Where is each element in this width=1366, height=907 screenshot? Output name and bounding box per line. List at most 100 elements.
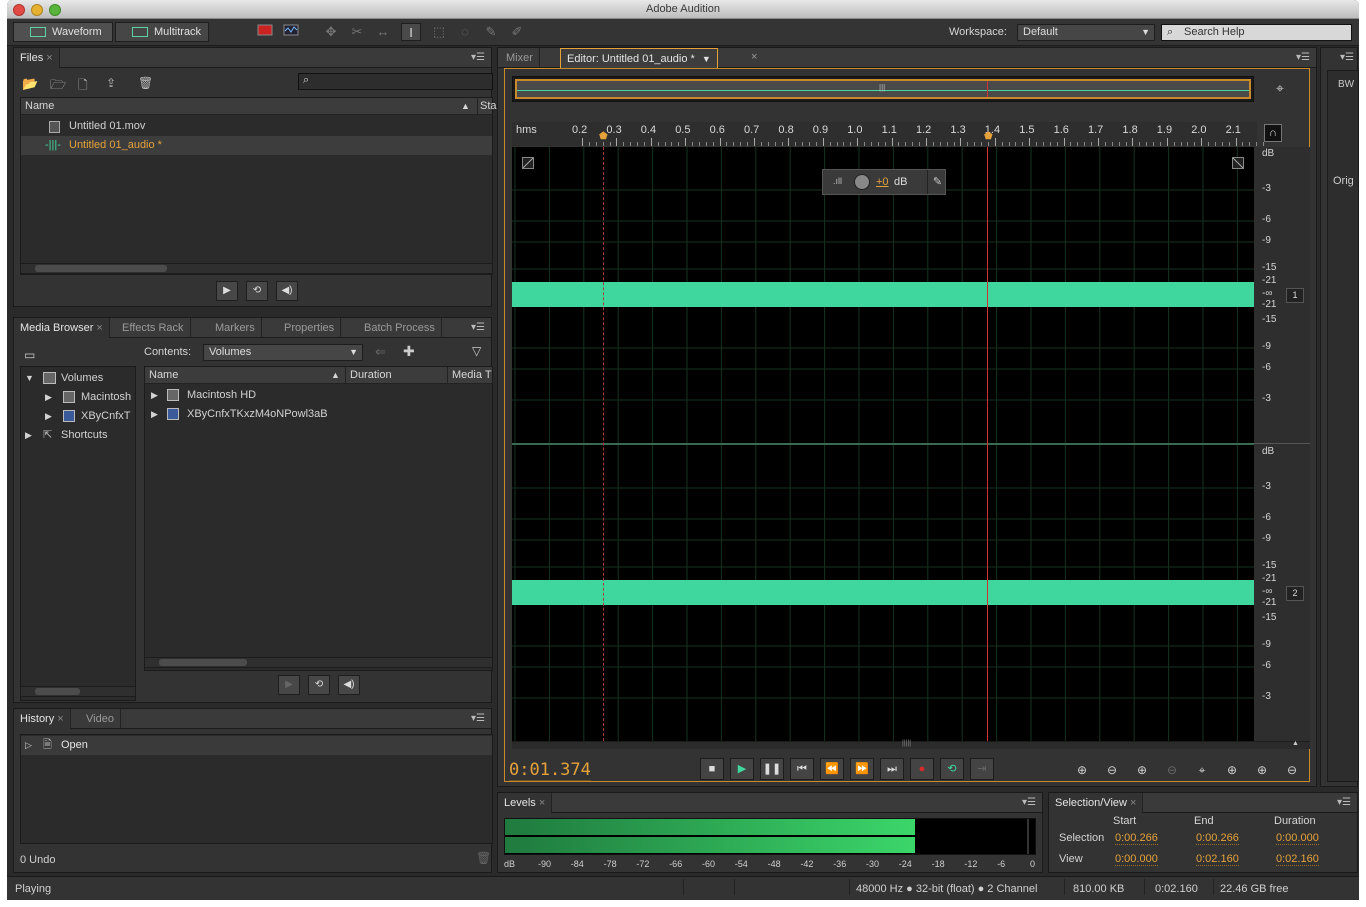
pause-button[interactable]: ❚❚ bbox=[760, 758, 784, 780]
close-tab-icon[interactable]: × bbox=[751, 51, 757, 63]
tab-video[interactable]: Video bbox=[80, 709, 121, 729]
workspace-select[interactable]: Default ▼ bbox=[1017, 24, 1155, 41]
zoom-in-amplitude-icon[interactable]: ⊕ bbox=[1070, 761, 1094, 779]
waveform-display[interactable]: .ıll +0 dB ✎ bbox=[512, 147, 1254, 741]
zoom-in-time-icon[interactable]: ⊕ bbox=[1130, 761, 1154, 779]
playhead-marker-icon[interactable]: ⬟ bbox=[984, 131, 993, 142]
volume-knob[interactable] bbox=[854, 174, 870, 190]
current-time-display[interactable]: 0:01.374 bbox=[509, 760, 591, 781]
auto-play-button[interactable]: ◀) bbox=[338, 675, 360, 695]
trash-icon[interactable]: 🗑 bbox=[138, 76, 153, 90]
drive-icon[interactable]: ▭ bbox=[24, 348, 35, 362]
go-to-end-button[interactable]: ⏭ bbox=[880, 758, 904, 780]
list-item[interactable]: -|||- Untitled 01_audio * bbox=[21, 136, 492, 155]
zoom-out-amplitude-icon[interactable]: ⊖ bbox=[1100, 761, 1124, 779]
zoom-to-selection-icon[interactable]: ⌖ bbox=[1276, 80, 1284, 97]
files-horizontal-scrollbar[interactable] bbox=[20, 263, 493, 274]
media-horizontal-scrollbar[interactable] bbox=[144, 657, 493, 668]
tab-markers[interactable]: Markers bbox=[209, 318, 262, 338]
tree-item-macintosh[interactable]: ▶ Macintosh bbox=[21, 388, 135, 407]
play-button[interactable]: ▶ bbox=[730, 758, 754, 780]
tree-horizontal-scrollbar[interactable] bbox=[20, 686, 136, 697]
tab-files[interactable]: Files × bbox=[14, 48, 60, 68]
close-tab-icon[interactable]: × bbox=[539, 797, 545, 809]
list-item[interactable]: ▶ XByCnfxTKxzM4oNPowl3aB bbox=[145, 405, 492, 424]
import-file-icon[interactable]: 🗁 bbox=[50, 76, 66, 98]
waveform-horizontal-scrollbar[interactable]: ||||| ▲ bbox=[512, 740, 1310, 749]
close-window-icon[interactable] bbox=[13, 4, 25, 16]
chevron-down-icon[interactable]: ▼ bbox=[702, 54, 711, 64]
panel-menu-icon[interactable]: ▾☰ bbox=[471, 52, 485, 63]
minimize-window-icon[interactable] bbox=[31, 4, 43, 16]
selection-end-field[interactable]: 0:00.266 bbox=[1196, 832, 1239, 845]
stop-button[interactable]: ■ bbox=[700, 758, 724, 780]
back-arrow-icon[interactable]: ⇐ bbox=[375, 344, 386, 360]
fast-forward-button[interactable]: ⏩ bbox=[850, 758, 874, 780]
panel-menu-icon[interactable]: ▾☰ bbox=[1340, 52, 1354, 63]
fade-in-handle-icon[interactable] bbox=[522, 157, 534, 169]
selection-start-field[interactable]: 0:00.266 bbox=[1115, 832, 1158, 845]
tab-properties[interactable]: Properties bbox=[278, 318, 342, 338]
column-header-name[interactable]: Name bbox=[25, 98, 54, 115]
multitrack-view-button[interactable]: Multitrack bbox=[115, 22, 209, 42]
chevron-right-icon[interactable]: ▶ bbox=[45, 407, 52, 426]
healing-tool-icon[interactable]: ✐ bbox=[507, 23, 527, 41]
channel-2-badge[interactable]: 2 bbox=[1286, 586, 1304, 601]
zoom-out-point-icon[interactable]: ⊖ bbox=[1280, 761, 1304, 779]
panel-menu-icon[interactable]: ▾☰ bbox=[471, 322, 485, 333]
tab-mixer[interactable]: Mixer bbox=[500, 48, 540, 68]
lasso-tool-icon[interactable]: ◌ bbox=[455, 23, 475, 41]
spectral-display-icon[interactable] bbox=[255, 23, 275, 41]
tab-levels[interactable]: Levels × bbox=[498, 793, 553, 813]
list-item[interactable]: ▶ Macintosh HD bbox=[145, 386, 492, 405]
move-tool-icon[interactable]: ✥ bbox=[321, 23, 341, 41]
rewind-button[interactable]: ⏪ bbox=[820, 758, 844, 780]
visible-range-handle[interactable]: ||| bbox=[515, 79, 1251, 99]
channel-1-badge[interactable]: 1 bbox=[1286, 288, 1304, 303]
panel-menu-icon[interactable]: ▾☰ bbox=[1337, 797, 1351, 808]
loop-preview-button[interactable]: ⟲ bbox=[308, 675, 330, 695]
slip-tool-icon[interactable]: ↔ bbox=[373, 23, 393, 41]
selection-duration-field[interactable]: 0:00.000 bbox=[1276, 832, 1319, 845]
record-button[interactable]: ● bbox=[910, 758, 934, 780]
column-header-media-type[interactable]: Media T bbox=[447, 367, 492, 384]
close-tab-icon[interactable]: × bbox=[96, 322, 102, 334]
view-start-field[interactable]: 0:00.000 bbox=[1115, 853, 1158, 866]
hud-amplitude[interactable]: .ıll +0 dB ✎ bbox=[822, 169, 946, 195]
play-preview-button[interactable]: ▶ bbox=[216, 281, 238, 301]
add-shortcut-icon[interactable]: ✚ bbox=[403, 343, 415, 360]
time-selection-tool-icon[interactable]: I bbox=[401, 23, 421, 41]
chevron-right-icon[interactable]: ▶ bbox=[45, 388, 52, 407]
zoom-out-full-icon[interactable]: ⌖ bbox=[1190, 761, 1214, 779]
open-file-icon[interactable]: 📂 bbox=[22, 76, 38, 92]
trash-icon[interactable]: 🗑 bbox=[476, 851, 491, 865]
zoom-to-selection-icon[interactable]: ⊕ bbox=[1250, 761, 1274, 779]
scroll-up-icon[interactable]: ▲ bbox=[1292, 740, 1299, 747]
loop-playback-button[interactable]: ⟲ bbox=[940, 758, 964, 780]
history-item-open[interactable]: ▷ 🗎 Open bbox=[21, 736, 492, 755]
loop-preview-button[interactable]: ⟲ bbox=[246, 281, 268, 301]
contents-select[interactable]: Volumes ▼ bbox=[203, 344, 363, 361]
zoom-out-time-icon[interactable]: ⊖ bbox=[1160, 761, 1184, 779]
column-header-status[interactable]: Sta bbox=[477, 98, 497, 115]
panel-menu-icon[interactable]: ▾☰ bbox=[471, 713, 485, 724]
view-end-field[interactable]: 0:02.160 bbox=[1196, 853, 1239, 866]
tab-history[interactable]: History × bbox=[14, 709, 71, 729]
column-header-duration[interactable]: Duration bbox=[345, 367, 392, 384]
tab-media-browser[interactable]: Media Browser × bbox=[14, 318, 110, 338]
search-help-input[interactable]: ⌕ Search Help bbox=[1161, 24, 1352, 41]
tab-effects-rack[interactable]: Effects Rack bbox=[116, 318, 191, 338]
tree-item-volumes[interactable]: ▼ Volumes bbox=[21, 369, 135, 388]
skip-selection-button[interactable]: ⇥ bbox=[970, 758, 994, 780]
close-tab-icon[interactable]: × bbox=[1130, 797, 1136, 809]
tree-item-xbycnfxt[interactable]: ▶ XByCnfxT bbox=[21, 407, 135, 426]
zoom-window-icon[interactable] bbox=[49, 4, 61, 16]
tree-item-shortcuts[interactable]: ▶ ⇱ Shortcuts bbox=[21, 426, 135, 445]
panel-menu-icon[interactable]: ▾☰ bbox=[1296, 52, 1310, 63]
auto-play-button[interactable]: ◀) bbox=[276, 281, 298, 301]
chevron-right-icon[interactable]: ▶ bbox=[151, 386, 158, 405]
zoom-in-point-icon[interactable]: ⊕ bbox=[1220, 761, 1244, 779]
selection-start-line[interactable] bbox=[603, 147, 604, 741]
go-to-start-button[interactable]: ⏮ bbox=[790, 758, 814, 780]
chevron-down-icon[interactable]: ▼ bbox=[25, 369, 34, 388]
